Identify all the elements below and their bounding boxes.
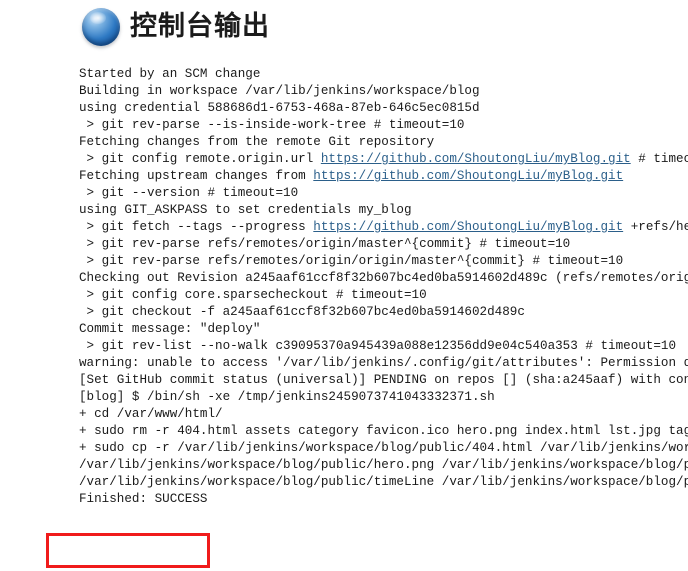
console-log-line: Commit message: "deploy" (79, 322, 261, 336)
console-log-line: > git fetch --tags --progress https://gi… (79, 220, 688, 234)
blue-ball-icon (82, 7, 120, 46)
console-log-line: + sudo rm -r 404.html assets category fa… (79, 424, 688, 438)
console-log-line: Started by an SCM change (79, 67, 261, 81)
console-log-line: using GIT_ASKPASS to set credentials my_… (79, 203, 412, 217)
console-log-line: > git checkout -f a245aaf61ccf8f32b607bc… (79, 305, 525, 319)
console-log-line: /var/lib/jenkins/workspace/blog/public/h… (79, 458, 688, 472)
console-log-line: > git rev-parse refs/remotes/origin/mast… (79, 237, 571, 251)
repository-url-link[interactable]: https://github.com/ShoutongLiu/myBlog.gi… (321, 152, 631, 166)
console-log-line: + sudo cp -r /var/lib/jenkins/workspace/… (79, 441, 688, 455)
console-log-line: > git rev-parse --is-inside-work-tree # … (79, 118, 465, 132)
page-header: 控制台输出 (0, 0, 688, 46)
console-log-line: Finished: SUCCESS (79, 492, 208, 506)
console-log-line: [blog] $ /bin/sh -xe /tmp/jenkins2459073… (79, 390, 495, 404)
console-log-line: Building in workspace /var/lib/jenkins/w… (79, 84, 480, 98)
repository-url-link[interactable]: https://github.com/ShoutongLiu/myBlog.gi… (313, 220, 623, 234)
console-log-line: [Set GitHub commit status (universal)] P… (79, 373, 688, 387)
page-title: 控制台输出 (130, 11, 270, 41)
console-log-line: > git rev-list --no-walk c39095370a94543… (79, 339, 677, 353)
console-output-log[interactable]: Started by an SCM change Building in work… (79, 66, 688, 571)
console-log-line: > git --version # timeout=10 (79, 186, 299, 200)
repository-url-link[interactable]: https://github.com/ShoutongLiu/myBlog.gi… (313, 169, 623, 183)
console-log-line: warning: unable to access '/var/lib/jenk… (79, 356, 688, 370)
console-log-line: Fetching upstream changes from https://g… (79, 169, 624, 183)
console-log-line: > git config remote.origin.url https://g… (79, 152, 688, 166)
console-log-line: > git config core.sparsecheckout # timeo… (79, 288, 427, 302)
console-log-line: Checking out Revision a245aaf61ccf8f32b6… (79, 271, 688, 285)
console-log-line: using credential 588686d1-6753-468a-87eb… (79, 101, 480, 115)
console-log-line: Fetching changes from the remote Git rep… (79, 135, 435, 149)
console-log-line: /var/lib/jenkins/workspace/blog/public/t… (79, 475, 688, 489)
console-log-line: > git rev-parse refs/remotes/origin/orig… (79, 254, 624, 268)
console-log-line: + cd /var/www/html/ (79, 407, 223, 421)
